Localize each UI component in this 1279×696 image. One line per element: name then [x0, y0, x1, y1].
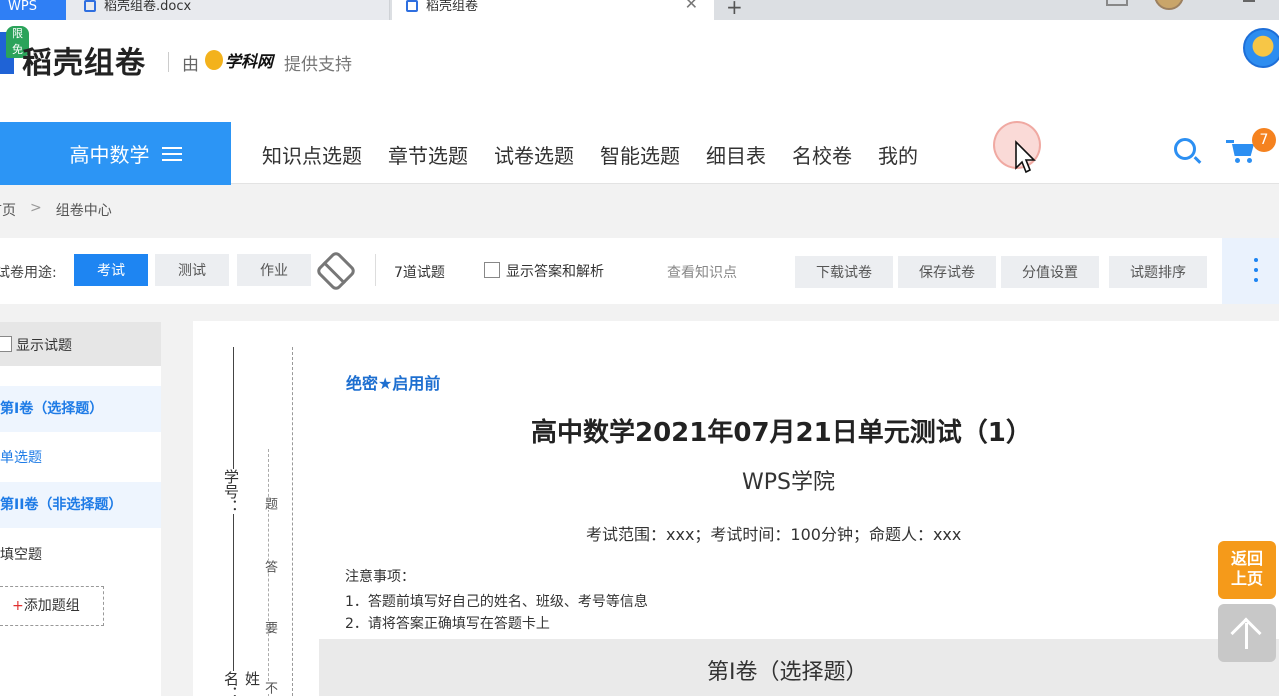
purpose-test-button[interactable]: 测试: [155, 254, 229, 286]
paper-subtitle[interactable]: WPS学院: [742, 464, 835, 496]
save-paper-button[interactable]: 保存试卷: [898, 256, 996, 288]
more-dot: [1254, 278, 1258, 282]
arrow-up-stem: [1245, 623, 1248, 649]
document-icon: [406, 0, 418, 12]
seal-char: 不: [260, 681, 279, 694]
brand-name[interactable]: 稻壳组卷: [22, 38, 146, 82]
cart-wheel: [1235, 158, 1240, 163]
question-order-button[interactable]: 试题排序: [1109, 256, 1207, 288]
partner-logo-icon: [205, 50, 223, 70]
question-count: 7道试题: [394, 265, 445, 281]
eraser-icon[interactable]: [314, 249, 358, 293]
tab-wps[interactable]: WPS: [0, 0, 66, 20]
main-nav: 高中数学 知识点选题 章节选题 试卷选题 智能选题 细目表 名校卷 我的: [0, 100, 1279, 185]
score-settings-button[interactable]: 分值设置: [1001, 256, 1099, 288]
outline-header: 显示试题: [0, 322, 161, 366]
seal-char: 答: [260, 560, 279, 573]
cart-handle: [1226, 140, 1234, 143]
divider: [168, 52, 169, 72]
partner-name: 学科网: [225, 52, 274, 71]
nav-item-famous-school[interactable]: 名校卷: [792, 140, 852, 169]
section-title: 第I卷（选择题）: [707, 660, 868, 685]
outline-section-1[interactable]: 第I卷（选择题）: [0, 386, 161, 432]
show-answers-checkbox[interactable]: [484, 262, 500, 278]
student-id-label: 学号：: [221, 469, 242, 514]
confidential-label: 绝密★启用前: [346, 374, 441, 393]
tab-docx[interactable]: 稻壳组卷.docx: [66, 0, 390, 20]
nav-item-chapter[interactable]: 章节选题: [388, 140, 468, 169]
outline-section-2[interactable]: 第II卷（非选择题）: [0, 482, 161, 528]
more-dot: [1254, 268, 1258, 272]
nav-item-blueprint[interactable]: 细目表: [706, 140, 766, 169]
name-label: 姓名：: [221, 671, 263, 696]
outline-item-fill-blank[interactable]: 填空题: [0, 544, 42, 564]
cart-wheel: [1247, 158, 1252, 163]
seal-char: 题: [260, 497, 279, 510]
note-item: 2．请将答案正确填写在答题卡上: [345, 616, 550, 632]
logo-icon[interactable]: 限免: [0, 26, 29, 74]
seal-char: 要: [260, 621, 279, 634]
paper-toolbar: 试卷用途: 考试 测试 作业 7道试题 显示答案和解析 查看知识点 下载试卷 保…: [0, 238, 1279, 304]
download-paper-button[interactable]: 下载试卷: [795, 256, 893, 288]
more-dot: [1254, 258, 1258, 262]
nav-item-smart[interactable]: 智能选题: [600, 140, 680, 169]
browser-tab-strip: WPS 稻壳组卷.docx 稻壳组卷 ✕ +: [0, 0, 1279, 20]
window-icon[interactable]: [1106, 0, 1128, 6]
cart-body: [1232, 144, 1254, 156]
divider: [375, 254, 376, 286]
outline-item-single-choice[interactable]: 单选题: [0, 447, 42, 467]
tab-label: WPS: [8, 0, 37, 14]
paper-meta[interactable]: 考试范围：xxx；考试时间：100分钟；命题人：xxx: [586, 521, 961, 545]
new-tab-icon[interactable]: +: [726, 0, 743, 19]
binding-line: [233, 347, 234, 696]
purpose-exam-button[interactable]: 考试: [74, 254, 148, 286]
partner-logo[interactable]: 学科网: [205, 48, 273, 72]
breadcrumb-separator: >: [30, 200, 42, 216]
add-group-label: 添加题组: [23, 598, 80, 614]
plus-icon: +: [12, 598, 24, 614]
show-questions-checkbox[interactable]: [0, 336, 12, 352]
user-avatar[interactable]: [1243, 28, 1279, 68]
support-text: 提供支持: [284, 55, 352, 75]
purpose-homework-button[interactable]: 作业: [237, 254, 311, 286]
more-menu-button[interactable]: [1222, 238, 1279, 304]
back-label: 返回上页: [1230, 549, 1263, 588]
menu-icon: [161, 146, 182, 161]
back-to-top-button[interactable]: [1218, 604, 1276, 662]
site-header: 限免 稻壳组卷 由 学科网 提供支持: [0, 20, 1279, 100]
breadcrumb-home[interactable]: 首页: [0, 200, 16, 220]
view-knowledge-points-link[interactable]: 查看知识点: [667, 262, 737, 282]
nav-item-knowledge[interactable]: 知识点选题: [262, 140, 362, 169]
show-answers-label[interactable]: 显示答案和解析: [506, 261, 604, 281]
section-header[interactable]: 第I卷（选择题）: [319, 639, 1279, 696]
nav-item-paper[interactable]: 试卷选题: [494, 140, 574, 169]
tab-label: 稻壳组卷: [426, 0, 479, 14]
close-tab-icon[interactable]: ✕: [685, 0, 698, 12]
show-questions-label[interactable]: 显示试题: [16, 335, 72, 355]
cut-line: [292, 347, 293, 696]
back-page-button[interactable]: 返回上页: [1218, 541, 1276, 599]
exam-paper: 学号： 姓名： 题 答 要 不 绝密★启用前 高中数学2021年07月21日单元…: [193, 321, 1279, 696]
tab-label: 稻壳组卷.docx: [104, 0, 192, 14]
by-text: 由: [182, 55, 199, 75]
subject-label: 高中数学: [69, 143, 150, 167]
add-question-group-button[interactable]: +添加题组: [0, 586, 104, 626]
note-item: 1．答题前填写好自己的姓名、班级、考号等信息: [345, 594, 648, 610]
notes-title: 注意事项：: [345, 569, 415, 585]
minimize-icon[interactable]: [1243, 0, 1255, 2]
tab-daoke[interactable]: 稻壳组卷 ✕: [392, 0, 714, 20]
subject-selector-button[interactable]: 高中数学: [0, 122, 231, 185]
nav-item-mine[interactable]: 我的: [878, 140, 918, 169]
account-avatar[interactable]: [1154, 0, 1184, 10]
breadcrumb-current: 组卷中心: [55, 203, 112, 219]
mouse-cursor-icon: [1015, 140, 1036, 174]
document-icon: [84, 0, 96, 12]
cart-count-badge: 7: [1252, 128, 1276, 152]
nav-items: 知识点选题 章节选题 试卷选题 智能选题 细目表 名校卷 我的: [262, 140, 944, 169]
purpose-label: 试卷用途:: [0, 265, 57, 281]
search-icon[interactable]: [1174, 138, 1196, 160]
paper-title[interactable]: 高中数学2021年07月21日单元测试（1）: [193, 412, 1032, 449]
breadcrumb: 首页 > 组卷中心: [0, 200, 126, 220]
question-outline-panel: 显示试题 第I卷（选择题） 单选题 第II卷（非选择题） 填空题 +添加题组: [0, 322, 161, 696]
